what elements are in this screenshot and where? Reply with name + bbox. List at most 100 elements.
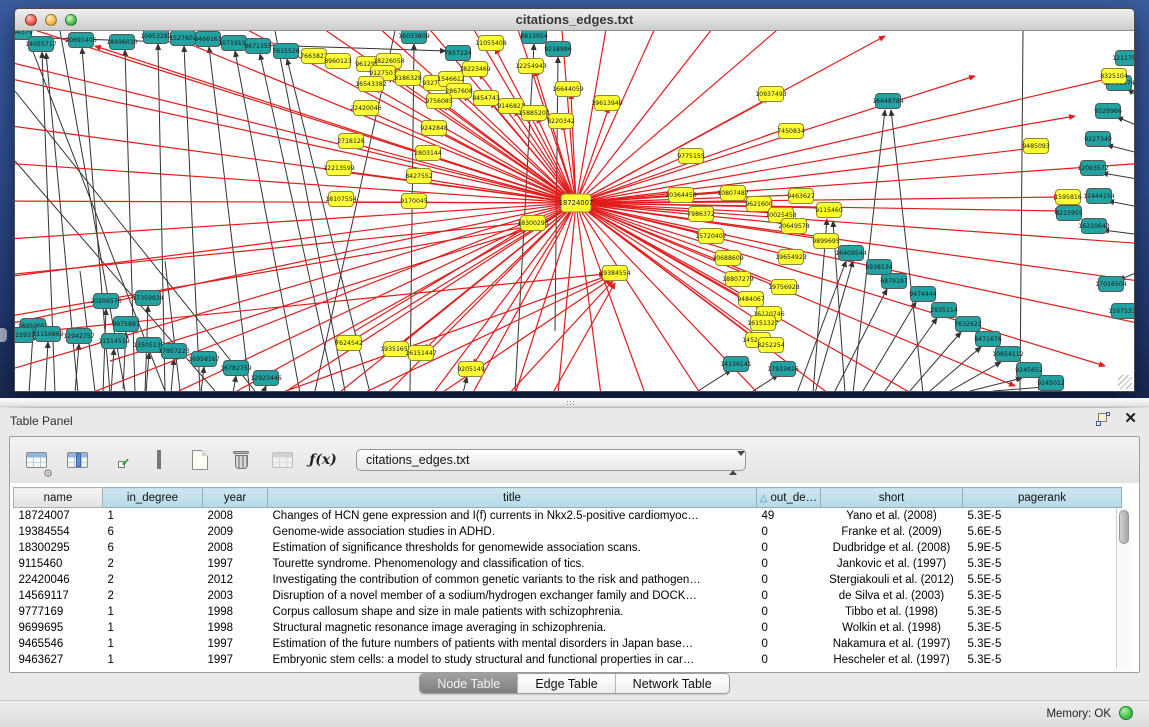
cell-out_de: 0 (757, 556, 821, 572)
traffic-lights (25, 14, 77, 26)
zoom-window-icon[interactable] (65, 14, 77, 26)
show-columns-button[interactable] (61, 444, 93, 476)
cell-out_de: 0 (757, 620, 821, 636)
column-header-pagerank[interactable]: pagerank (963, 488, 1122, 508)
cell-year: 1997 (203, 556, 268, 572)
node-label: 11156869 (32, 331, 64, 338)
node-label: 11055408 (475, 40, 507, 47)
column-header-out_de[interactable]: △out_de… (757, 488, 821, 508)
edge (184, 46, 200, 391)
node-label: 9115460 (815, 207, 843, 214)
column-header-year[interactable]: year (203, 488, 268, 508)
close-panel-icon[interactable]: ✕ (1124, 412, 1137, 426)
edge (576, 31, 665, 203)
node-label: 9474444 (909, 291, 937, 298)
clear-selection-button[interactable] (143, 444, 175, 476)
select-columns-button[interactable]: ✓ ✓ (102, 444, 134, 476)
node-label: 17359924 (132, 295, 164, 302)
memory-indicator-dot[interactable] (1119, 706, 1133, 720)
table-row[interactable]: 969969511998Structural magnetic resonanc… (14, 620, 1122, 636)
cell-short: Nakamura et al. (1997) (821, 636, 963, 652)
edge (910, 332, 961, 391)
table-row[interactable]: 2242004622012Investigating the contribut… (14, 572, 1122, 588)
node-label: 15885207 (518, 110, 550, 117)
table-row[interactable]: 977716911998Corpus callosum shape and si… (14, 604, 1122, 620)
network-graph[interactable]: 2094379140557172069140618496030106532871… (15, 31, 1134, 391)
node-label: 10937493 (755, 91, 787, 98)
node-label: 18496030 (106, 39, 138, 46)
cell-short: Dudbridge et al. (2008) (821, 540, 963, 556)
column-header-name[interactable]: name (14, 488, 103, 508)
table-row[interactable]: 1830029562008Estimation of significance … (14, 540, 1122, 556)
cell-out_de: 0 (757, 604, 821, 620)
node-label: 7615526 (272, 48, 300, 55)
table-selector-value: citations_edges.txt (366, 453, 470, 467)
delete-table-button[interactable] (266, 444, 298, 476)
cell-short: Jankovic et al. (1997) (821, 556, 963, 572)
column-header-short[interactable]: short (821, 488, 963, 508)
network-window[interactable]: citations_edges.txt 20943791405571720691… (14, 8, 1135, 392)
cell-in_degree: 6 (103, 540, 203, 556)
table-row[interactable]: 1456911722003Disruption of a novel membe… (14, 588, 1122, 604)
tab-node-table[interactable]: Node Table (420, 674, 518, 693)
attribute-table-wrap: namein_degreeyeartitle△out_de…shortpager… (13, 487, 1136, 670)
column-header-in_degree[interactable]: in_degree (103, 488, 203, 508)
sort-ascending-icon: △ (760, 493, 768, 504)
table-mode-button[interactable]: ⚙ (20, 444, 52, 476)
create-column-button[interactable] (184, 444, 216, 476)
node-label: 14136141 (720, 361, 752, 368)
node-label: 16151327 (747, 320, 779, 327)
panel-divider[interactable] (0, 398, 1149, 407)
node-label: 2935114 (930, 307, 958, 314)
window-resize-grip[interactable] (1118, 375, 1132, 389)
node-label: 6879197 (880, 278, 908, 285)
cell-pagerank: 5.3E-5 (963, 604, 1122, 620)
status-bar: Memory: OK (0, 700, 1149, 727)
tab-edge-table[interactable]: Edge Table (518, 674, 615, 693)
edge (993, 387, 1044, 391)
close-window-icon[interactable] (25, 14, 37, 26)
network-window-titlebar[interactable]: citations_edges.txt (15, 9, 1134, 31)
node-label: 15720407 (695, 233, 727, 240)
table-scrollbar-thumb[interactable] (1119, 510, 1129, 544)
minimize-window-icon[interactable] (45, 14, 57, 26)
cell-out_de: 0 (757, 636, 821, 652)
cell-year: 2003 (203, 588, 268, 604)
node-label: 12923446 (250, 375, 282, 382)
table-row[interactable]: 1872400712008Changes of HCN gene express… (14, 508, 1122, 524)
network-canvas[interactable]: 2094379140557172069140618496030106532871… (15, 31, 1134, 391)
cell-year: 1997 (203, 636, 268, 652)
cell-pagerank: 5.6E-5 (963, 524, 1122, 540)
table-row[interactable]: 946362711997Embryonic stem cells: a mode… (14, 652, 1122, 668)
edge (885, 318, 937, 391)
column-header-title[interactable]: title (268, 488, 757, 508)
node-label: 12213599 (323, 165, 355, 172)
table-row[interactable]: 946554611997Estimation of the future num… (14, 636, 1122, 652)
edge (576, 203, 605, 391)
node-label: 8938134 (865, 264, 893, 271)
table-row[interactable]: 1938455462009Genome-wide association stu… (14, 524, 1122, 540)
function-builder-button[interactable]: ƒ(x) (307, 444, 339, 476)
cell-year: 2008 (203, 508, 268, 524)
edge (1108, 201, 1134, 209)
network-view-desktop: citations_edges.txt 20943791405571720691… (0, 0, 1149, 398)
edge (15, 203, 576, 371)
table-selector-dropdown[interactable]: citations_edges.txt (356, 449, 746, 471)
tab-network-table[interactable]: Network Table (616, 674, 729, 693)
node-label: 9671355 (244, 43, 272, 50)
node-label: 10807487 (717, 190, 749, 197)
cell-name: 9465546 (14, 636, 103, 652)
float-panel-icon[interactable] (1096, 412, 1110, 426)
delete-column-button[interactable] (225, 444, 257, 476)
node-label: 11514519 (98, 338, 130, 345)
cell-pagerank: 5.3E-5 (963, 620, 1122, 636)
trash-icon (233, 451, 249, 469)
edge (463, 377, 467, 391)
cell-short: Hescheler et al. (1997) (821, 652, 963, 668)
divider-handle-icon[interactable] (566, 400, 575, 405)
table-row[interactable]: 911546021997Tourette syndrome. Phenomeno… (14, 556, 1122, 572)
edge (410, 44, 414, 391)
node-label: 20206576 (90, 298, 122, 305)
cell-year: 1998 (203, 620, 268, 636)
table-scrollbar[interactable] (1116, 508, 1131, 669)
